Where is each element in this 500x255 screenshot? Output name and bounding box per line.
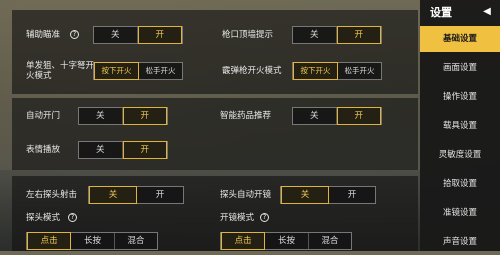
- auto-door-toggle[interactable]: 关 开: [78, 107, 168, 125]
- sidebar-item-basic[interactable]: 基础设置: [420, 26, 500, 52]
- muzzle-wall-hint-off[interactable]: 关: [293, 27, 337, 43]
- sidebar-title: 设置: [430, 6, 452, 19]
- smart-medicine-toggle[interactable]: 关 开: [292, 107, 382, 125]
- sidebar-item-controls[interactable]: 操作设置: [420, 84, 500, 110]
- scope-mode-help-icon[interactable]: ?: [260, 213, 269, 222]
- lean-auto-scope-on[interactable]: 开: [329, 187, 375, 203]
- shotgun-fire-toggle[interactable]: 按下开火 松手开火: [292, 62, 382, 80]
- lean-mode-mixed[interactable]: 混合: [115, 233, 157, 249]
- sidebar-item-sensitivity[interactable]: 灵敏度设置: [420, 142, 500, 168]
- lean-fire-label: 左右探头射击: [26, 190, 78, 200]
- aim-assist-toggle[interactable]: 关 开: [93, 26, 183, 44]
- smart-medicine-label: 智能药品推荐: [220, 111, 272, 121]
- aim-assist-help-icon[interactable]: ?: [70, 30, 79, 39]
- sidebar-item-sound[interactable]: 声音设置: [420, 229, 500, 255]
- lean-fire-off[interactable]: 关: [89, 186, 137, 204]
- lean-mode-help-icon[interactable]: ?: [68, 213, 77, 222]
- lean-mode-tap[interactable]: 点击: [27, 232, 72, 250]
- settings-panel-combat: [12, 10, 418, 94]
- aim-assist-on[interactable]: 开: [137, 26, 182, 44]
- single-crossbow-press-fire[interactable]: 按下开火: [94, 62, 139, 80]
- muzzle-wall-hint-on[interactable]: 开: [336, 26, 381, 44]
- scope-mode-selector[interactable]: 点击 长按 混合: [220, 232, 352, 250]
- smart-medicine-off[interactable]: 关: [293, 108, 337, 124]
- auto-door-on[interactable]: 开: [122, 107, 167, 125]
- smart-medicine-on[interactable]: 开: [336, 107, 381, 125]
- sidebar-item-scope[interactable]: 准镜设置: [420, 200, 500, 226]
- shotgun-press-fire[interactable]: 按下开火: [293, 62, 338, 80]
- lean-mode-selector[interactable]: 点击 长按 混合: [26, 232, 158, 250]
- single-crossbow-release-fire[interactable]: 松手开火: [139, 63, 182, 79]
- scope-mode-hold[interactable]: 长按: [265, 233, 309, 249]
- emote-play-off[interactable]: 关: [79, 142, 123, 158]
- shotgun-release-fire[interactable]: 松手开火: [338, 63, 381, 79]
- single-crossbow-fire-toggle[interactable]: 按下开火 松手开火: [93, 62, 183, 80]
- emote-play-toggle[interactable]: 关 开: [78, 141, 168, 159]
- scope-mode-tap[interactable]: 点击: [221, 232, 266, 250]
- muzzle-wall-hint-label: 枪口顶墙提示: [222, 30, 274, 40]
- shotgun-fire-label: 霰弹枪开火模式: [222, 66, 282, 76]
- muzzle-wall-hint-toggle[interactable]: 关 开: [292, 26, 382, 44]
- sidebar-item-vehicle[interactable]: 载具设置: [420, 113, 500, 139]
- sidebar-item-pickup[interactable]: 拾取设置: [420, 171, 500, 197]
- sidebar-item-graphics[interactable]: 画面设置: [420, 55, 500, 81]
- scope-mode-label: 开镜模式: [220, 213, 255, 223]
- lean-fire-on[interactable]: 开: [137, 187, 183, 203]
- emote-play-label: 表情播放: [26, 145, 61, 155]
- scope-mode-mixed[interactable]: 混合: [309, 233, 351, 249]
- lean-mode-hold[interactable]: 长按: [71, 233, 115, 249]
- lean-auto-scope-toggle[interactable]: 关 开: [280, 186, 376, 204]
- aim-assist-off[interactable]: 关: [94, 27, 138, 43]
- auto-door-label: 自动开门: [26, 111, 61, 121]
- lean-auto-scope-label: 探头自动开镜: [220, 190, 272, 200]
- lean-auto-scope-off[interactable]: 关: [281, 186, 329, 204]
- aim-assist-label: 辅助瞄准: [26, 30, 61, 40]
- auto-door-off[interactable]: 关: [79, 108, 123, 124]
- single-crossbow-fire-label: 单发狙、十字弩开火模式: [26, 61, 95, 81]
- back-arrow-icon[interactable]: ◀: [479, 4, 495, 20]
- lean-mode-label: 探头模式: [26, 213, 61, 223]
- lean-fire-toggle[interactable]: 关 开: [88, 186, 184, 204]
- emote-play-on[interactable]: 开: [122, 141, 167, 159]
